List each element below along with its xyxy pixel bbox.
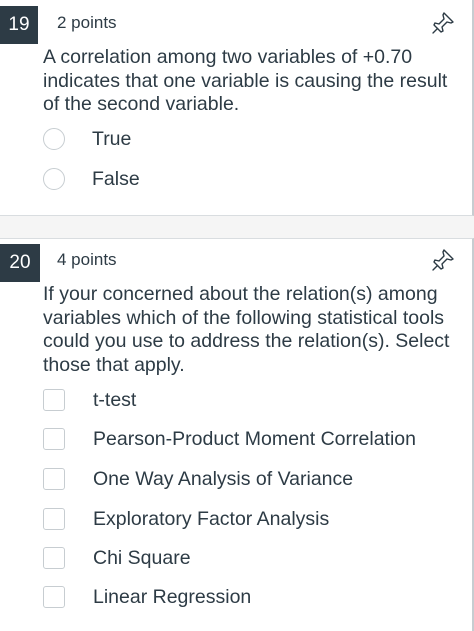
question-separator xyxy=(0,216,474,238)
answer-label: Chi Square xyxy=(93,546,191,569)
question-19: 19 2 points A correlation among two vari… xyxy=(0,0,474,216)
pin-icon[interactable] xyxy=(430,10,456,36)
question-text: If your concerned about the relation(s) … xyxy=(43,283,450,376)
checkbox[interactable] xyxy=(43,428,65,450)
checkbox[interactable] xyxy=(43,547,65,569)
answer-label: Pearson-Product Moment Correlation xyxy=(93,427,416,450)
checkbox[interactable] xyxy=(43,389,65,411)
answer-label: False xyxy=(92,167,140,190)
radio-button[interactable] xyxy=(43,168,65,190)
answer-option-false[interactable]: False xyxy=(43,165,140,193)
answer-label: Linear Regression xyxy=(93,585,252,608)
checkbox[interactable] xyxy=(43,508,65,530)
answer-option-anova[interactable]: One Way Analysis of Variance xyxy=(43,465,353,493)
question-points: 2 points xyxy=(57,13,117,32)
pin-icon[interactable] xyxy=(430,247,456,273)
answer-label: One Way Analysis of Variance xyxy=(93,467,354,490)
question-points: 4 points xyxy=(57,250,117,269)
answer-option-true[interactable]: True xyxy=(43,125,131,153)
answer-option-efa[interactable]: Exploratory Factor Analysis xyxy=(43,505,329,533)
answer-option-pearson[interactable]: Pearson-Product Moment Correlation xyxy=(43,425,416,453)
question-20: 20 4 points If your concerned about the … xyxy=(0,238,474,631)
question-text: A correlation among two variables of +0.… xyxy=(43,46,448,115)
answer-option-linear-regression[interactable]: Linear Regression xyxy=(43,583,251,611)
checkbox[interactable] xyxy=(43,586,65,608)
answer-label: t-test xyxy=(93,388,137,411)
answer-option-t-test[interactable]: t-test xyxy=(43,386,136,414)
answer-option-chi-square[interactable]: Chi Square xyxy=(43,544,191,572)
answer-label: Exploratory Factor Analysis xyxy=(93,507,330,530)
question-number-badge: 19 xyxy=(0,6,38,44)
radio-button[interactable] xyxy=(43,128,65,150)
question-number-badge: 20 xyxy=(0,244,40,282)
checkbox[interactable] xyxy=(43,468,65,490)
answer-label: True xyxy=(92,127,132,150)
